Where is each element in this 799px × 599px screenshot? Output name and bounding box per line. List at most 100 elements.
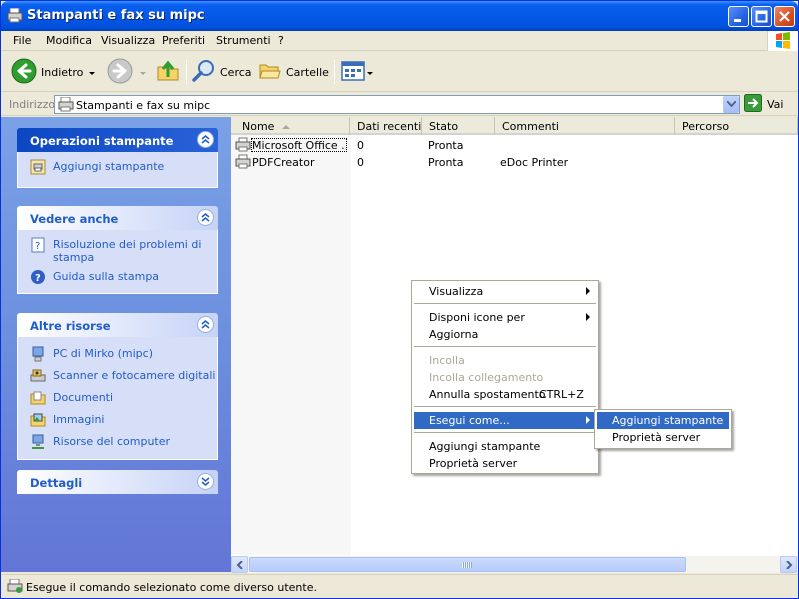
collapse-icon[interactable]: [197, 209, 214, 226]
see-also-header[interactable]: Vedere anche: [17, 206, 218, 230]
scroll-right-button[interactable]: [780, 556, 797, 573]
menu-separator: [414, 346, 596, 347]
cell-status: Pronta: [428, 156, 464, 169]
svg-text:?: ?: [35, 273, 41, 284]
toolbar: Indietro Cerca Cartelle: [1, 52, 798, 92]
pictures-link[interactable]: Immagini: [30, 412, 217, 428]
menu-modifica[interactable]: Modifica: [46, 34, 92, 47]
up-folder-icon: [156, 59, 180, 86]
add-printer-link[interactable]: Aggiungi stampante: [30, 159, 217, 175]
other-places-header[interactable]: Altre risorse: [17, 313, 218, 337]
address-dropdown-button[interactable]: [723, 96, 739, 113]
views-button[interactable]: [341, 58, 365, 86]
menu-item-shortcut: CTRL+Z: [539, 388, 584, 401]
table-row[interactable]: Microsoft Office ... 0 Pronta: [231, 137, 798, 153]
status-bar: Esegue il comando selezionato come diver…: [1, 574, 798, 598]
printer-tasks-header[interactable]: Operazioni stampante: [17, 128, 218, 152]
menu-preferiti[interactable]: Preferiti: [162, 34, 205, 47]
forward-button[interactable]: [107, 58, 133, 86]
menu-item-label: Annulla spostamento: [429, 388, 546, 401]
troubleshoot-printing-link[interactable]: ? Risoluzione dei problemi di stampa: [30, 237, 217, 264]
network-computer-icon: [30, 434, 47, 450]
folders-button[interactable]: Cartelle: [258, 58, 329, 86]
task-link-label: Scanner e fotocamere digitali: [53, 369, 216, 382]
column-header-comments[interactable]: Commenti: [495, 117, 675, 135]
scroll-left-button[interactable]: [231, 556, 248, 573]
cell-name: Microsoft Office ...: [252, 139, 346, 152]
up-folder-button[interactable]: [156, 58, 180, 86]
scanners-cameras-link[interactable]: Scanner e fotocamere digitali: [30, 368, 217, 384]
scanner-camera-icon: [30, 368, 47, 384]
back-dropdown-icon[interactable]: [89, 72, 95, 75]
task-pane: Operazioni stampante Aggiungi stampante …: [1, 117, 231, 572]
column-header-label: Dati recenti: [357, 120, 422, 133]
menu-visualizza[interactable]: Visualizza: [101, 34, 155, 47]
folders-label: Cartelle: [286, 65, 329, 79]
toolbar-separator: [334, 60, 335, 84]
task-link-label: Aggiungi stampante: [53, 160, 165, 173]
sorted-column-shading: [231, 135, 351, 555]
details-header[interactable]: Dettagli: [17, 470, 218, 494]
maximize-button[interactable]: [751, 6, 772, 27]
menu-item-annulla-spostamento[interactable]: Annulla spostamento CTRL+Z: [414, 386, 596, 403]
printer-fax-icon: [7, 7, 23, 23]
address-input[interactable]: Stampanti e fax su mipc: [54, 95, 740, 114]
other-places-panel: Altre risorse PC di Mirko (mipc) Scanner: [17, 313, 218, 460]
collapse-icon[interactable]: [197, 131, 214, 148]
menu-item-disponi-icone[interactable]: Disponi icone per: [414, 309, 596, 326]
submenu-item-proprieta-server[interactable]: Proprietà server: [597, 429, 729, 446]
explorer-window: Stampanti e fax su mipc File Modifica Vi…: [0, 0, 799, 599]
context-menu: Visualizza Disponi icone per Aggiorna In…: [411, 280, 599, 474]
menu-item-label: Disponi icone per: [429, 311, 525, 324]
views-icon: [341, 60, 365, 85]
submenu-arrow-icon: [586, 287, 590, 295]
column-header-status[interactable]: Stato: [422, 117, 495, 135]
table-row[interactable]: PDFCreator 0 Pronta eDoc Printer: [231, 154, 798, 170]
cell-status: Pronta: [428, 139, 464, 152]
my-computer-link[interactable]: PC di Mirko (mipc): [30, 346, 217, 362]
column-header-name[interactable]: Nome: [231, 117, 350, 135]
pictures-folder-icon: [30, 412, 47, 428]
menu-item-esegui-come[interactable]: Esegui come...: [414, 412, 596, 429]
menu-item-incolla[interactable]: Incolla: [414, 352, 596, 369]
views-dropdown-icon[interactable]: [367, 72, 373, 75]
back-button[interactable]: Indietro: [11, 58, 83, 86]
column-header-label: Percorso: [682, 120, 730, 133]
submenu-item-aggiungi-stampante[interactable]: Aggiungi stampante: [597, 412, 729, 429]
column-header-label: Nome: [242, 120, 275, 133]
forward-dropdown-icon[interactable]: [140, 72, 146, 75]
minimize-button[interactable]: [728, 6, 749, 27]
go-arrow-icon: [744, 94, 762, 115]
network-places-link[interactable]: Risorse del computer: [30, 434, 217, 450]
see-also-body: ? Risoluzione dei problemi di stampa ? G…: [17, 230, 218, 294]
menu-item-aggiungi-stampante[interactable]: Aggiungi stampante: [414, 438, 596, 455]
close-button[interactable]: [774, 6, 795, 27]
expand-icon[interactable]: [197, 473, 214, 490]
scrollbar-thumb[interactable]: [249, 557, 686, 572]
documents-link[interactable]: Documenti: [30, 390, 217, 406]
horizontal-scrollbar[interactable]: [231, 556, 798, 573]
folders-icon: [258, 59, 282, 86]
menu-strumenti[interactable]: Strumenti: [216, 34, 271, 47]
address-bar: Indirizzo Stampanti e fax su mipc Vai: [1, 93, 798, 116]
grip-icon: [462, 562, 472, 568]
menu-item-label: Aggiorna: [429, 328, 479, 341]
other-places-body: PC di Mirko (mipc) Scanner e fotocamere …: [17, 337, 218, 460]
column-header-path[interactable]: Percorso: [675, 117, 798, 135]
printing-help-link[interactable]: ? Guida sulla stampa: [30, 269, 217, 285]
column-header-recent[interactable]: Dati recenti: [350, 117, 422, 135]
menu-item-proprieta-server[interactable]: Proprietà server: [414, 455, 596, 472]
menu-item-visualizza[interactable]: Visualizza: [414, 283, 596, 300]
title-bar[interactable]: Stampanti e fax su mipc: [1, 1, 798, 31]
menu-item-aggiorna[interactable]: Aggiorna: [414, 326, 596, 343]
go-button[interactable]: Vai: [744, 94, 783, 115]
collapse-icon[interactable]: [197, 316, 214, 333]
panel-title: Altre risorse: [30, 319, 111, 333]
menu-help[interactable]: ?: [278, 34, 284, 47]
menu-item-label: Incolla: [429, 354, 465, 367]
search-button[interactable]: Cerca: [192, 58, 252, 86]
printer-tasks-panel: Operazioni stampante Aggiungi stampante: [17, 128, 218, 188]
menu-file[interactable]: File: [13, 34, 31, 47]
menu-item-label: Proprietà server: [429, 457, 518, 470]
menu-item-incolla-collegamento[interactable]: Incolla collegamento: [414, 369, 596, 386]
